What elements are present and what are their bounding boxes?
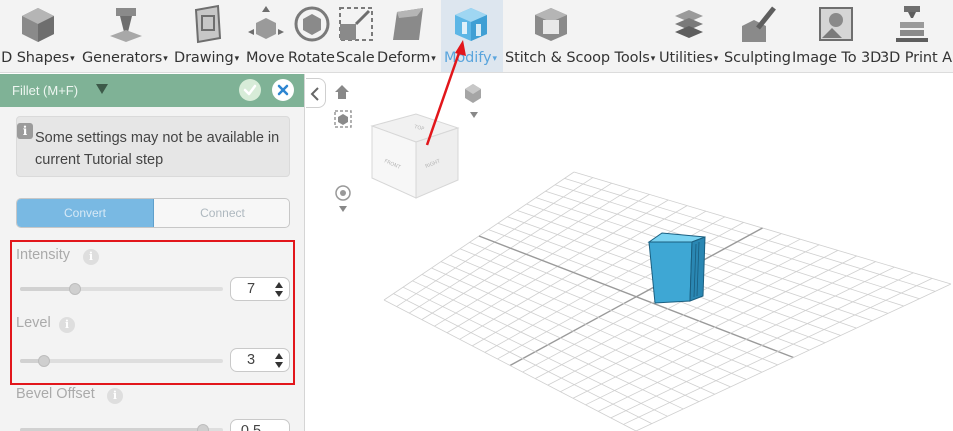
fillet-panel: Fillet (M+F) i Some settings may not be … [0, 74, 305, 431]
toolbar-label-sculpting: Sculpting [724, 50, 791, 66]
fit-view-icon[interactable] [334, 110, 352, 128]
chevron-down-icon: ▾ [70, 54, 75, 64]
chevron-left-icon [310, 87, 319, 101]
rotate-icon [294, 6, 330, 42]
check-icon [243, 84, 257, 96]
toolbar-label-generators: Generators [82, 50, 163, 66]
scale-icon [339, 7, 373, 41]
chevron-down-icon[interactable] [470, 112, 478, 118]
toolbar-item-utilities[interactable]: Utilities▾ [655, 0, 723, 72]
orbit-icon[interactable] [334, 184, 352, 202]
close-icon [277, 84, 289, 96]
close-button[interactable] [272, 79, 294, 101]
bevel-offset-slider-thumb[interactable] [196, 424, 209, 431]
view-cube[interactable]: TOP FRONT RIGHT [370, 113, 460, 199]
chevron-down-icon: ▾ [431, 54, 436, 64]
bevel-offset-stepper[interactable]: 0.5 [230, 419, 290, 431]
grid-line [393, 293, 652, 425]
toolbar-label-drawing: Drawing [174, 50, 234, 66]
panel-header: Fillet (M+F) [0, 74, 304, 107]
modify-icon [455, 8, 487, 41]
deform-icon [393, 8, 423, 40]
grid-line [383, 299, 637, 431]
generators-icon [110, 8, 142, 42]
stitch-scoop-icon [535, 8, 567, 41]
3d-viewport[interactable]: TOP FRONT RIGHT [306, 74, 953, 431]
toolbar-item-stitch-scoop[interactable]: Stitch & Scoop Tools▾ [505, 0, 655, 72]
mode-convert-button[interactable]: Convert [17, 199, 154, 227]
toolbar-item-deform[interactable]: Deform▾ [377, 0, 441, 72]
toolbar-item-3d-print[interactable]: 3D Print Ar [880, 0, 953, 72]
toolbar-item-rotate[interactable]: Rotate [288, 0, 336, 72]
panel-title: Fillet (M+F) [12, 83, 79, 98]
move-icon [248, 6, 284, 39]
toolbar-label-3d-shapes: 3D Shapes [0, 50, 70, 66]
3d-model-block[interactable] [647, 232, 706, 304]
grid-line [402, 286, 668, 417]
toolbar-item-scale[interactable]: Scale [336, 0, 376, 72]
image-to-3d-icon [819, 7, 853, 41]
toolbar-label-deform: Deform [377, 50, 431, 66]
home-icon[interactable] [334, 84, 350, 100]
toolbar-label-move: Move [246, 50, 285, 66]
toolbar-item-sculpting[interactable]: Sculpting [724, 0, 792, 72]
toolbar-item-generators[interactable]: Generators▾ [82, 0, 172, 72]
toolbar-label-image-to-3d: Image To 3D [792, 50, 882, 66]
apply-button[interactable] [239, 79, 261, 101]
info-icon: i [17, 123, 33, 139]
chevron-down-icon: ▾ [163, 54, 168, 64]
3d-shapes-icon [22, 8, 54, 42]
sculpting-icon [742, 6, 776, 42]
mode-segmented-control: Convert Connect [16, 198, 290, 228]
info-message: Some settings may not be available in cu… [35, 130, 280, 168]
main-toolbar: 3D Shapes▾ Generators▾ Drawing▾ Move [0, 0, 953, 73]
toolbar-item-drawing[interactable]: Drawing▾ [174, 0, 244, 72]
drawing-icon [194, 4, 222, 44]
grid-line [598, 266, 895, 412]
axis-view-icon[interactable] [463, 82, 483, 104]
chevron-down-icon: ▾ [713, 54, 719, 64]
toolbar-item-3d-shapes[interactable]: 3D Shapes▾ [0, 0, 82, 72]
chevron-down-icon[interactable] [339, 206, 347, 212]
collapse-panel-button[interactable] [306, 78, 326, 108]
bevel-offset-info-icon[interactable]: i [107, 388, 123, 404]
tutorial-info-box: i Some settings may not be available in … [16, 116, 290, 177]
mode-connect-button[interactable]: Connect [154, 199, 289, 227]
3d-print-icon [896, 6, 928, 42]
bevel-offset-label: Bevel Offset [16, 386, 95, 402]
toolbar-item-modify[interactable]: Modify▾ [441, 0, 503, 72]
toolbar-label-scale: Scale [336, 50, 375, 66]
bevel-offset-value[interactable]: 0.5 [231, 423, 271, 431]
panel-dropdown-caret-icon[interactable] [96, 84, 108, 94]
chevron-down-icon: ▾ [234, 54, 240, 64]
utilities-icon [675, 10, 703, 38]
toolbar-label-stitch-scoop: Stitch & Scoop Tools [505, 50, 650, 66]
toolbar-label-3d-print: 3D Print Ar [880, 50, 953, 66]
toolbar-item-image-to-3d[interactable]: Image To 3D [792, 0, 884, 72]
toolbar-label-utilities: Utilities [659, 50, 713, 66]
toolbar-label-rotate: Rotate [288, 50, 335, 66]
toolbar-item-move[interactable]: Move [244, 0, 288, 72]
highlight-annotation-box [10, 240, 295, 385]
scene-canvas[interactable]: TOP FRONT RIGHT [306, 74, 953, 431]
toolbar-label-modify: Modify [444, 50, 492, 66]
chevron-down-icon: ▾ [492, 54, 497, 64]
